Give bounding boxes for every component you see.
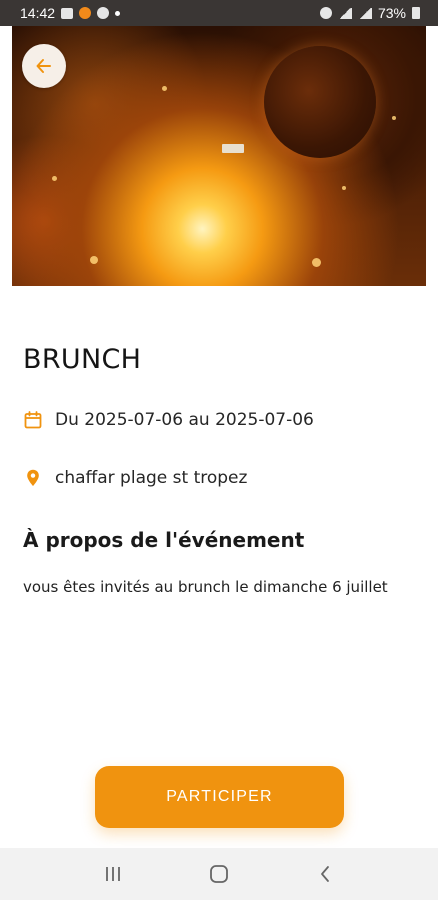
cover-spark: [312, 258, 321, 267]
alarm-icon: [319, 7, 332, 19]
system-nav-bar: [0, 848, 438, 900]
cover-spark: [342, 186, 346, 190]
cover-dark-sphere: [264, 46, 376, 158]
more-notifications-icon: [115, 10, 121, 16]
recents-button[interactable]: [93, 854, 133, 894]
gallery-notification-icon: [61, 7, 74, 19]
system-back-button[interactable]: [305, 854, 345, 894]
event-date-row: Du 2025-07-06 au 2025-07-06: [23, 410, 314, 430]
home-icon: [210, 865, 228, 883]
wifi-icon: [337, 7, 352, 19]
signal-icon: [357, 7, 372, 19]
calendar-icon: [23, 410, 43, 430]
event-title: BRUNCH: [23, 344, 142, 375]
app-notification-icon: [79, 7, 92, 19]
event-location-text: chaffar plage st tropez: [55, 468, 248, 488]
cover-spark: [90, 256, 98, 264]
location-pin-icon: [23, 468, 43, 488]
battery-percent: 73%: [377, 5, 406, 21]
cover-spark: [392, 116, 396, 120]
status-bar: 14:42 73%: [0, 0, 438, 26]
arrow-left-icon: [36, 59, 51, 73]
status-left: 14:42: [20, 5, 121, 21]
status-time: 14:42: [20, 5, 56, 21]
about-section-title: À propos de l'événement: [23, 528, 305, 552]
back-icon: [321, 866, 329, 882]
event-location-row: chaffar plage st tropez: [23, 468, 247, 488]
participate-button[interactable]: PARTICIPER: [95, 766, 344, 828]
battery-icon: [412, 7, 420, 19]
back-button[interactable]: [22, 44, 66, 88]
event-date-text: Du 2025-07-06 au 2025-07-06: [55, 410, 314, 430]
cover-spark: [162, 86, 167, 91]
cover-light-bar: [222, 144, 244, 153]
event-description: vous êtes invités au brunch le dimanche …: [23, 578, 388, 596]
event-cover-image: [12, 26, 426, 286]
home-button[interactable]: [199, 854, 239, 894]
recents-icon: [106, 867, 120, 881]
status-right: 73%: [319, 5, 420, 21]
cover-spark: [52, 176, 57, 181]
whatsapp-notification-icon: [97, 7, 110, 19]
